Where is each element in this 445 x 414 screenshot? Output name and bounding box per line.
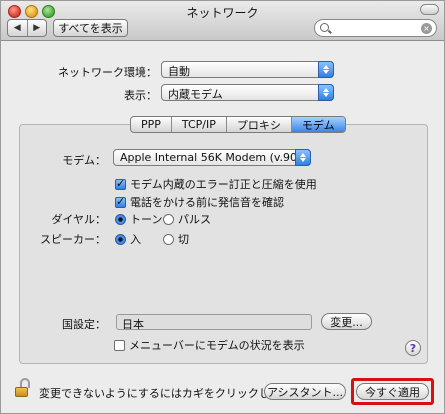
lock-hint-text: 変更できないようにするにはカギをクリックします。 (39, 387, 302, 400)
show-popup[interactable]: 内蔵モデム (161, 84, 334, 101)
show-all-button[interactable]: すべてを表示 (53, 19, 128, 37)
radio-selected-icon[interactable] (115, 233, 126, 245)
wait-dialtone-label: 電話をかける前に発信音を確認 (130, 196, 284, 209)
radio-unselected-icon[interactable] (163, 233, 174, 245)
back-forward-control: ◀ ▶ (7, 19, 47, 37)
toolbar-toggle-button[interactable] (420, 4, 439, 15)
dialing-tone-label: トーン (130, 213, 163, 226)
location-label: ネットワーク環境： (58, 66, 157, 79)
change-country-button[interactable]: 変更... (321, 313, 372, 330)
speaker-off-radio[interactable]: 切 (163, 231, 189, 247)
popup-arrows-icon (318, 84, 334, 101)
speaker-label: スピーカー： (40, 233, 106, 246)
wait-dialtone-checkbox[interactable]: 電話をかける前に発信音を確認 (115, 194, 284, 210)
speaker-on-radio[interactable]: 入 (115, 231, 141, 247)
assistant-button[interactable]: アシスタント... (264, 383, 346, 400)
speaker-off-label: 切 (178, 233, 189, 246)
menubar-status-label: メニューバーにモデムの状況を表示 (129, 339, 305, 352)
checkbox-unchecked-icon[interactable] (114, 339, 125, 351)
speaker-on-label: 入 (130, 233, 141, 246)
checkbox-checked-icon[interactable] (115, 195, 126, 208)
error-correction-checkbox[interactable]: モデム内蔵のエラー訂正と圧縮を使用 (115, 176, 317, 192)
network-preferences-window: ネットワーク ◀ ▶ すべてを表示 × ネットワーク環境： 自動 表示： 内蔵モ… (0, 0, 445, 414)
tab-bar: PPP TCP/IP プロキシ モデム (130, 116, 346, 133)
dialing-pulse-radio[interactable]: パルス (163, 211, 211, 227)
show-value: 内蔵モデム (168, 88, 223, 101)
dialing-tone-radio[interactable]: トーン (115, 211, 162, 227)
lock-icon[interactable] (15, 378, 31, 398)
apply-now-button[interactable]: 今すぐ適用 (356, 383, 429, 400)
lock-body (15, 387, 28, 397)
title-bar: ネットワーク ◀ ▶ すべてを表示 × (1, 1, 444, 41)
menubar-status-checkbox[interactable]: メニューバーにモデムの状況を表示 (114, 337, 305, 353)
clear-search-icon[interactable]: × (421, 23, 432, 34)
tab-proxy[interactable]: プロキシ (225, 117, 291, 132)
country-field: 日本 (116, 314, 312, 331)
radio-unselected-icon[interactable] (163, 213, 174, 225)
radio-selected-icon[interactable] (115, 213, 126, 225)
country-value: 日本 (122, 318, 144, 331)
back-button[interactable]: ◀ (8, 20, 27, 36)
tab-modem[interactable]: モデム (290, 117, 345, 132)
forward-button[interactable]: ▶ (26, 20, 47, 36)
tab-tcpip[interactable]: TCP/IP (170, 117, 226, 132)
search-icon (320, 23, 329, 32)
location-popup[interactable]: 自動 (161, 61, 334, 78)
location-value: 自動 (168, 65, 190, 78)
tab-ppp[interactable]: PPP (131, 117, 171, 132)
help-button[interactable]: ? (405, 340, 421, 356)
modem-popup[interactable]: Apple Internal 56K Modem (v.90) (113, 149, 311, 166)
country-label: 国設定： (62, 318, 106, 331)
error-correction-label: モデム内蔵のエラー訂正と圧縮を使用 (130, 178, 317, 191)
search-field[interactable]: × (314, 19, 437, 37)
dialing-pulse-label: パルス (178, 213, 211, 226)
modem-value: Apple Internal 56K Modem (v.90) (120, 151, 302, 164)
dialing-label: ダイヤル： (51, 213, 106, 226)
checkbox-checked-icon[interactable] (115, 177, 126, 190)
show-label: 表示： (124, 89, 157, 102)
modem-label: モデム： (62, 154, 106, 167)
popup-arrows-icon (318, 61, 334, 78)
popup-arrows-icon (295, 149, 311, 166)
